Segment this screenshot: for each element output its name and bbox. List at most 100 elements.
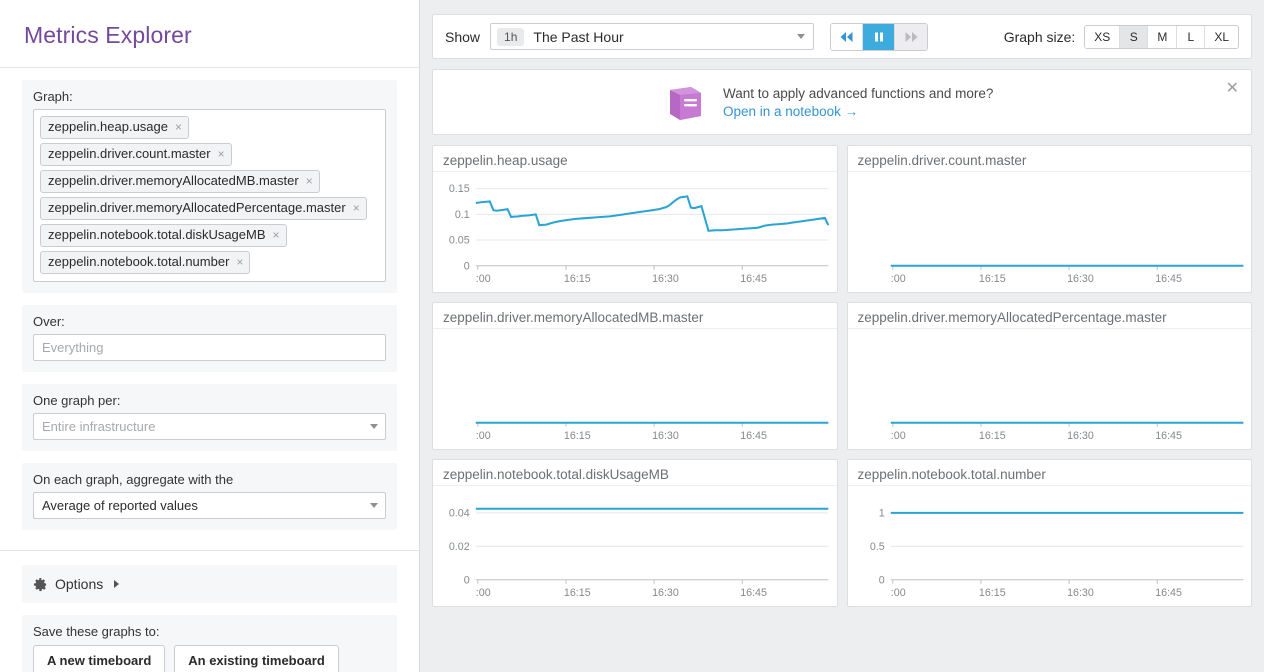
graph-label: Graph: <box>33 89 386 104</box>
page-title: Metrics Explorer <box>24 22 419 49</box>
fast-forward-icon <box>904 31 919 43</box>
pause-button[interactable] <box>863 24 895 50</box>
chart-title: zeppelin.notebook.total.diskUsageMB <box>433 460 837 486</box>
options-divider <box>0 550 419 551</box>
chart-x-tick-label: 16:15 <box>978 430 1005 442</box>
toolbar: Show 1h The Past Hour <box>432 14 1252 59</box>
rewind-icon <box>839 31 854 43</box>
chart-x-tick-label: 16:30 <box>652 587 679 599</box>
chart-svg: 00.050.10.15:0016:1516:3016:45 <box>433 172 837 292</box>
notebook-icon <box>665 86 705 125</box>
chart-card[interactable]: zeppelin.notebook.total.number00.51:0016… <box>847 459 1253 607</box>
rewind-button[interactable] <box>831 24 863 50</box>
metric-tag[interactable]: zeppelin.driver.memoryAllocatedMB.master… <box>40 170 320 193</box>
metric-tag-label: zeppelin.driver.memoryAllocatedPercentag… <box>48 200 346 216</box>
chart-card[interactable]: zeppelin.driver.count.master:0016:1516:3… <box>847 145 1253 293</box>
time-range-select[interactable]: 1h The Past Hour <box>490 23 814 50</box>
metric-tag-label: zeppelin.notebook.total.diskUsageMB <box>48 227 266 243</box>
one-graph-per-label: One graph per: <box>33 393 386 408</box>
close-icon[interactable]: ✕ <box>1226 82 1239 96</box>
options-row[interactable]: Options <box>33 576 386 592</box>
aggregate-label: On each graph, aggregate with the <box>33 472 386 487</box>
options-block[interactable]: Options <box>22 565 397 603</box>
save-label: Save these graphs to: <box>33 624 386 639</box>
remove-metric-tag-icon[interactable]: × <box>273 229 280 241</box>
metric-tag-label: zeppelin.heap.usage <box>48 119 168 135</box>
chart-x-tick-label: 16:15 <box>564 587 591 599</box>
chart-y-tick-label: 0.5 <box>869 541 884 553</box>
chart-title: zeppelin.driver.count.master <box>848 146 1252 172</box>
graph-size-xl[interactable]: XL <box>1205 26 1238 48</box>
main-panel: Show 1h The Past Hour <box>420 0 1264 672</box>
aggregate-select[interactable]: Average of reported values <box>33 492 386 519</box>
pause-icon <box>873 31 885 43</box>
fast-forward-button[interactable] <box>895 24 927 50</box>
promo-message: Want to apply advanced functions and mor… <box>723 86 993 101</box>
over-label: Over: <box>33 314 386 329</box>
one-graph-per-select[interactable]: Entire infrastructure <box>33 413 386 440</box>
chart-y-tick-label: 0.1 <box>455 209 470 221</box>
chart-title: zeppelin.driver.memoryAllocatedPercentag… <box>848 303 1252 329</box>
graph-size-l[interactable]: L <box>1177 26 1205 48</box>
chart-y-tick-label: 0.15 <box>449 183 470 195</box>
graph-metric-tag-list[interactable]: zeppelin.heap.usage×zeppelin.driver.coun… <box>33 109 386 282</box>
chart-svg: :0016:1516:3016:45 <box>848 172 1252 292</box>
remove-metric-tag-icon[interactable]: × <box>236 256 243 268</box>
remove-metric-tag-icon[interactable]: × <box>218 148 225 160</box>
chart-x-tick-label: 16:45 <box>1155 430 1182 442</box>
chart-x-tick-label: 16:30 <box>1067 430 1094 442</box>
remove-metric-tag-icon[interactable]: × <box>306 175 313 187</box>
chart-x-tick-label: :00 <box>476 430 491 442</box>
metric-tag[interactable]: zeppelin.driver.memoryAllocatedPercentag… <box>40 197 367 220</box>
graph-size-m[interactable]: M <box>1148 26 1177 48</box>
graph-size-xs[interactable]: XS <box>1085 26 1120 48</box>
chart-card[interactable]: zeppelin.heap.usage00.050.10.15:0016:151… <box>432 145 838 293</box>
chart-x-tick-label: 16:30 <box>1067 587 1094 599</box>
graph-size-buttons[interactable]: XSSMLXL <box>1084 25 1239 49</box>
open-in-notebook-link[interactable]: Open in a notebook → <box>723 104 858 119</box>
one-graph-per-field-block: One graph per: Entire infrastructure <box>22 384 397 451</box>
playback-controls <box>830 23 928 51</box>
chart-plot-area: :0016:1516:3016:45 <box>848 172 1252 292</box>
chevron-right-icon <box>114 580 119 588</box>
promo-text-block: Want to apply advanced functions and mor… <box>723 86 993 119</box>
chart-plot-area: 00.020.04:0016:1516:3016:45 <box>433 486 837 606</box>
remove-metric-tag-icon[interactable]: × <box>175 121 182 133</box>
chart-svg: 00.020.04:0016:1516:3016:45 <box>433 486 837 606</box>
chart-card[interactable]: zeppelin.driver.memoryAllocatedMB.master… <box>432 302 838 450</box>
notebook-promo-banner: Want to apply advanced functions and mor… <box>432 69 1252 135</box>
graph-size-label: Graph size: <box>1004 29 1076 45</box>
one-graph-per-select-wrap: Entire infrastructure <box>33 413 386 440</box>
chart-svg: 00.51:0016:1516:3016:45 <box>848 486 1252 606</box>
chart-x-tick-label: 16:30 <box>652 273 679 285</box>
chart-y-tick-label: 0 <box>464 574 470 586</box>
chart-card[interactable]: zeppelin.notebook.total.diskUsageMB 0 0.02… <box>432 459 838 607</box>
time-range-badge: 1h <box>497 28 524 46</box>
options-label: Options <box>55 576 103 592</box>
chart-x-tick-label: 16:15 <box>564 430 591 442</box>
chart-title: zeppelin.heap.usage <box>433 146 837 172</box>
remove-metric-tag-icon[interactable]: × <box>353 202 360 214</box>
chart-y-tick-label: 0.02 <box>449 541 470 553</box>
chart-title: zeppelin.notebook.total.number <box>848 460 1252 486</box>
chart-plot-area: 00.51:0016:1516:3016:45 <box>848 486 1252 606</box>
chevron-down-icon <box>797 34 805 39</box>
existing-timeboard-button[interactable]: An existing timeboard <box>174 645 339 672</box>
metric-tag[interactable]: zeppelin.notebook.total.number× <box>40 251 250 274</box>
chart-plot-area: :0016:1516:3016:45 <box>433 329 837 449</box>
chart-y-tick-label: 0.05 <box>449 234 470 246</box>
metric-tag-label: zeppelin.driver.memoryAllocatedMB.master <box>48 173 299 189</box>
chart-x-tick-label: 16:45 <box>740 430 767 442</box>
chart-y-tick-label: 0 <box>878 574 884 586</box>
title-divider <box>0 67 419 68</box>
metric-tag[interactable]: zeppelin.heap.usage × <box>40 116 189 139</box>
chart-card[interactable]: zeppelin.driver.memoryAllocatedPercentag… <box>847 302 1253 450</box>
graph-size-s[interactable]: S <box>1120 26 1148 48</box>
chart-x-tick-label: 16:30 <box>1067 273 1094 285</box>
chart-svg: :0016:1516:3016:45 <box>848 329 1252 449</box>
new-timeboard-button[interactable]: A new timeboard <box>33 645 165 672</box>
chart-y-tick-label: 0 <box>464 260 470 272</box>
metric-tag[interactable]: zeppelin.driver.count.master× <box>40 143 232 166</box>
metric-tag[interactable]: zeppelin.notebook.total.diskUsageMB × <box>40 224 287 247</box>
over-input[interactable] <box>33 334 386 361</box>
